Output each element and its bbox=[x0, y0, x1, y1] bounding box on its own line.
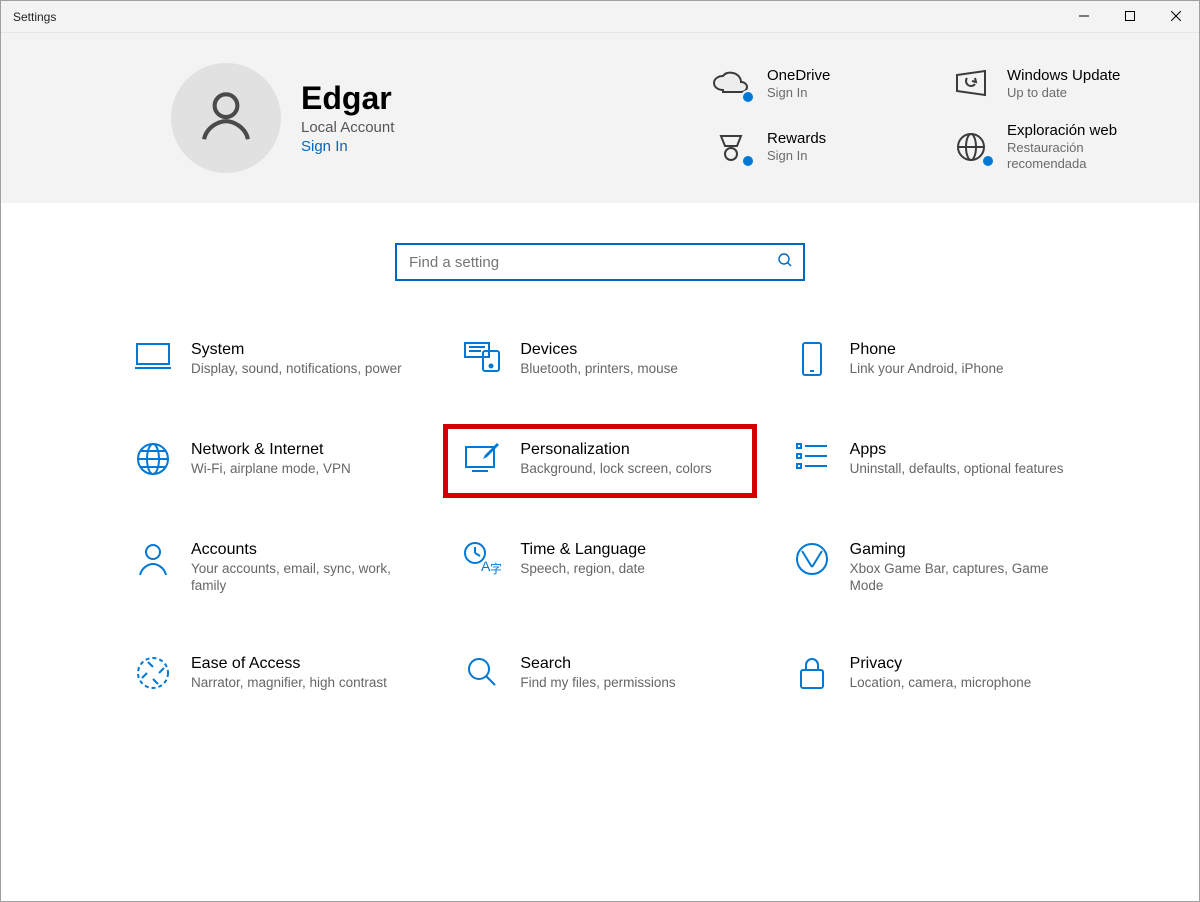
window-controls bbox=[1061, 1, 1199, 32]
account-info: Edgar Local Account Sign In bbox=[301, 80, 394, 156]
sign-in-link[interactable]: Sign In bbox=[301, 138, 348, 155]
gaming-icon bbox=[792, 541, 832, 581]
search-input[interactable] bbox=[407, 253, 777, 272]
status-title: Windows Update bbox=[1007, 67, 1120, 84]
network-icon bbox=[133, 441, 173, 481]
user-name: Edgar bbox=[301, 80, 394, 117]
category-network[interactable]: Network & Internet Wi-Fi, airplane mode,… bbox=[121, 431, 420, 491]
maximize-button[interactable] bbox=[1107, 1, 1153, 32]
category-search[interactable]: Search Find my files, permissions bbox=[450, 645, 749, 705]
avatar bbox=[171, 63, 281, 173]
category-devices[interactable]: Devices Bluetooth, printers, mouse bbox=[450, 331, 749, 391]
category-title: Search bbox=[520, 655, 675, 673]
status-title: Exploración web bbox=[1007, 122, 1147, 139]
privacy-icon bbox=[792, 655, 832, 695]
apps-icon bbox=[792, 441, 832, 481]
status-title: OneDrive bbox=[767, 67, 830, 84]
window-title: Settings bbox=[13, 10, 56, 24]
category-title: Time & Language bbox=[520, 541, 646, 559]
category-time-language[interactable]: A字 Time & Language Speech, region, date bbox=[450, 531, 749, 605]
personalization-icon bbox=[462, 441, 502, 481]
minimize-button[interactable] bbox=[1061, 1, 1107, 32]
status-web-browsing[interactable]: Exploración web Restauración recomendada bbox=[949, 122, 1149, 171]
rewards-icon bbox=[709, 128, 753, 166]
account-header: Edgar Local Account Sign In OneDrive Sig… bbox=[1, 33, 1199, 203]
status-sub: Sign In bbox=[767, 148, 826, 164]
category-sub: Background, lock screen, colors bbox=[520, 461, 711, 478]
category-title: Phone bbox=[850, 341, 1004, 359]
category-title: Accounts bbox=[191, 541, 408, 559]
category-accounts[interactable]: Accounts Your accounts, email, sync, wor… bbox=[121, 531, 420, 605]
maximize-icon bbox=[1125, 10, 1135, 24]
category-sub: Find my files, permissions bbox=[520, 675, 675, 692]
category-system[interactable]: System Display, sound, notifications, po… bbox=[121, 331, 420, 391]
web-icon bbox=[949, 128, 993, 166]
category-gaming[interactable]: Gaming Xbox Game Bar, captures, Game Mod… bbox=[780, 531, 1079, 605]
onedrive-icon bbox=[709, 64, 753, 102]
search-icon bbox=[777, 252, 793, 273]
status-onedrive[interactable]: OneDrive Sign In bbox=[709, 64, 909, 102]
phone-icon bbox=[792, 341, 832, 381]
category-personalization[interactable]: Personalization Background, lock screen,… bbox=[450, 431, 749, 491]
svg-text:字: 字 bbox=[490, 561, 501, 575]
account-type: Local Account bbox=[301, 119, 394, 136]
category-title: Ease of Access bbox=[191, 655, 387, 673]
categories-grid: System Display, sound, notifications, po… bbox=[1, 291, 1199, 735]
status-windows-update[interactable]: Windows Update Up to date bbox=[949, 64, 1149, 102]
close-button[interactable] bbox=[1153, 1, 1199, 32]
update-icon bbox=[949, 64, 993, 102]
search-category-icon bbox=[462, 655, 502, 695]
status-sub: Up to date bbox=[1007, 85, 1120, 101]
minimize-icon bbox=[1079, 10, 1089, 24]
category-phone[interactable]: Phone Link your Android, iPhone bbox=[780, 331, 1079, 391]
ease-of-access-icon bbox=[133, 655, 173, 695]
category-apps[interactable]: Apps Uninstall, defaults, optional featu… bbox=[780, 431, 1079, 491]
category-sub: Bluetooth, printers, mouse bbox=[520, 361, 678, 378]
accounts-icon bbox=[133, 541, 173, 581]
category-sub: Narrator, magnifier, high contrast bbox=[191, 675, 387, 692]
category-ease-of-access[interactable]: Ease of Access Narrator, magnifier, high… bbox=[121, 645, 420, 705]
category-sub: Display, sound, notifications, power bbox=[191, 361, 402, 378]
status-sub: Restauración recomendada bbox=[1007, 140, 1147, 171]
status-sub: Sign In bbox=[767, 85, 830, 101]
avatar-icon bbox=[195, 85, 257, 152]
category-title: Privacy bbox=[850, 655, 1032, 673]
category-title: Network & Internet bbox=[191, 441, 351, 459]
category-sub: Xbox Game Bar, captures, Game Mode bbox=[850, 561, 1067, 595]
system-icon bbox=[133, 341, 173, 381]
category-title: Apps bbox=[850, 441, 1064, 459]
category-sub: Speech, region, date bbox=[520, 561, 646, 578]
category-title: Gaming bbox=[850, 541, 1067, 559]
status-rewards[interactable]: Rewards Sign In bbox=[709, 122, 909, 171]
status-title: Rewards bbox=[767, 130, 826, 147]
category-sub: Your accounts, email, sync, work, family bbox=[191, 561, 408, 595]
status-grid: OneDrive Sign In Windows Update Up to da… bbox=[709, 64, 1149, 171]
title-bar: Settings bbox=[1, 1, 1199, 33]
category-title: Personalization bbox=[520, 441, 711, 459]
category-title: System bbox=[191, 341, 402, 359]
category-privacy[interactable]: Privacy Location, camera, microphone bbox=[780, 645, 1079, 705]
settings-window: Settings Edgar Local Account Sig bbox=[0, 0, 1200, 902]
account-area[interactable]: Edgar Local Account Sign In bbox=[171, 63, 699, 173]
close-icon bbox=[1171, 10, 1181, 24]
search-box[interactable] bbox=[395, 243, 805, 281]
category-sub: Location, camera, microphone bbox=[850, 675, 1032, 692]
devices-icon bbox=[462, 341, 502, 381]
category-sub: Wi-Fi, airplane mode, VPN bbox=[191, 461, 351, 478]
search-wrap bbox=[1, 203, 1199, 291]
time-language-icon: A字 bbox=[462, 541, 502, 581]
category-sub: Link your Android, iPhone bbox=[850, 361, 1004, 378]
category-title: Devices bbox=[520, 341, 678, 359]
category-sub: Uninstall, defaults, optional features bbox=[850, 461, 1064, 478]
